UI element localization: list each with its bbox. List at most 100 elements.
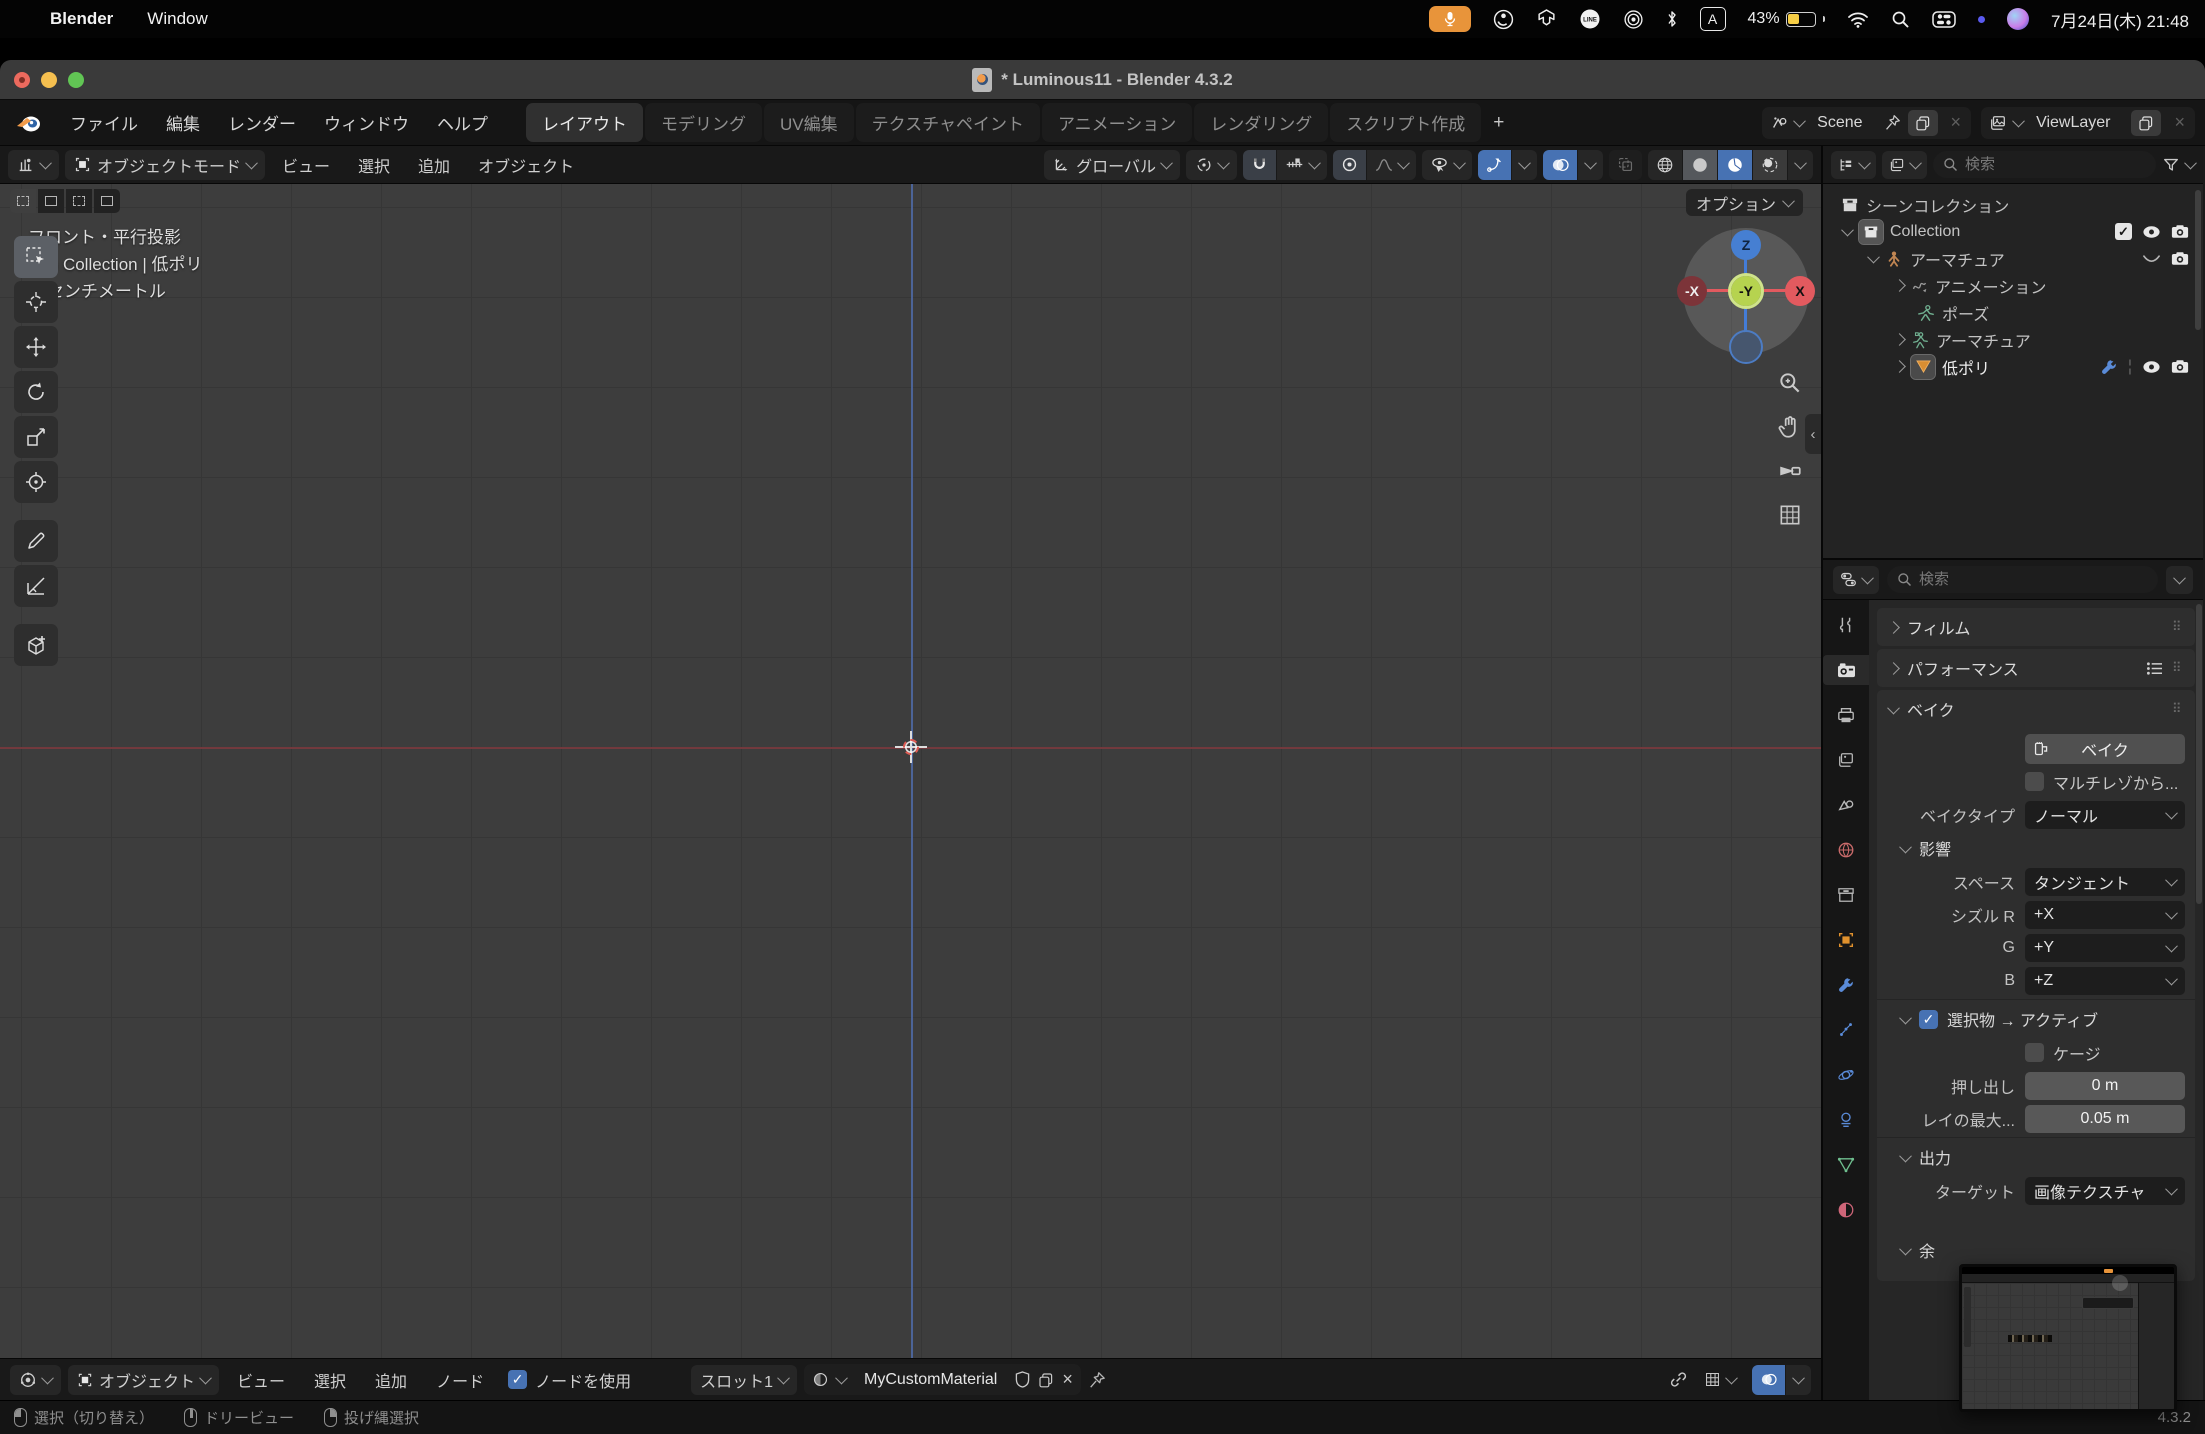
toggle-ortho-icon[interactable] bbox=[1777, 502, 1803, 528]
tool-cursor[interactable] bbox=[14, 281, 58, 323]
collapsed-chevron[interactable] bbox=[1893, 333, 1906, 346]
tool-select-box[interactable] bbox=[14, 236, 58, 278]
camera-view-icon[interactable] bbox=[1777, 458, 1803, 484]
tab-tool[interactable] bbox=[1823, 610, 1869, 640]
spotlight-search-icon[interactable] bbox=[1891, 10, 1910, 29]
close-window-button[interactable] bbox=[14, 72, 30, 88]
menu-edit[interactable]: 編集 bbox=[154, 105, 212, 140]
zoom-window-button[interactable] bbox=[68, 72, 84, 88]
outliner-row-scene-collection[interactable]: シーンコレクション bbox=[1829, 191, 2197, 218]
tab-object-data[interactable] bbox=[1823, 1150, 1869, 1180]
camera-restrict-icon[interactable] bbox=[2171, 251, 2189, 266]
tab-view-layer[interactable] bbox=[1823, 745, 1869, 775]
tool-transform[interactable] bbox=[14, 461, 58, 503]
bake-panel[interactable]: ベイク ⠿ ベイク bbox=[1877, 690, 2195, 1281]
camera-restrict-icon[interactable] bbox=[2171, 224, 2189, 239]
camera-restrict-icon[interactable] bbox=[2171, 359, 2189, 374]
collapsed-chevron[interactable] bbox=[1893, 360, 1906, 373]
tab-object[interactable] bbox=[1823, 925, 1869, 955]
shading-material-button[interactable] bbox=[1718, 150, 1752, 180]
blender-logo-icon[interactable] bbox=[14, 112, 44, 134]
eye-icon[interactable] bbox=[2142, 225, 2161, 239]
cage-toggle[interactable]: ケージ bbox=[2025, 1041, 2101, 1065]
gizmo-axis-x[interactable]: X bbox=[1785, 276, 1815, 306]
tab-particles[interactable] bbox=[1823, 1015, 1869, 1045]
properties-editor-type-button[interactable] bbox=[1833, 566, 1879, 594]
unlink-material-button[interactable]: × bbox=[1062, 1369, 1073, 1390]
workspace-tab-rendering[interactable]: レンダリング bbox=[1194, 103, 1328, 142]
macos-app-menu[interactable]: Blender bbox=[50, 9, 113, 29]
workspace-tab-texpaint[interactable]: テクスチャペイント bbox=[856, 103, 1040, 142]
menu-render[interactable]: レンダー bbox=[216, 105, 308, 140]
outliner-row-lowpoly[interactable]: 低ポリ ¦ bbox=[1829, 353, 2197, 380]
bluetooth-status-icon[interactable] bbox=[1666, 10, 1678, 28]
swizzle-b-dropdown[interactable]: +Z bbox=[2025, 967, 2185, 995]
gizmo-axis-neg-z[interactable] bbox=[1731, 332, 1761, 362]
space-dropdown[interactable]: タンジェント bbox=[2025, 868, 2185, 896]
workspace-tab-scripting[interactable]: スクリプト作成 bbox=[1330, 103, 1481, 142]
sidebar-collapse-arrow[interactable]: ‹ bbox=[1805, 414, 1821, 454]
gizmo-axis-neg-x[interactable]: -X bbox=[1677, 276, 1707, 306]
tool-annotate[interactable] bbox=[14, 520, 58, 562]
gizmos-dropdown[interactable] bbox=[1512, 150, 1537, 180]
swizzle-g-dropdown[interactable]: +Y bbox=[2025, 934, 2185, 962]
tool-add-cube[interactable] bbox=[14, 624, 58, 666]
unlink-scene-button[interactable]: × bbox=[1945, 112, 1968, 133]
transform-orientation-dropdown[interactable]: グローバル bbox=[1044, 150, 1180, 180]
shader-type-dropdown[interactable]: オブジェクト bbox=[68, 1365, 219, 1395]
cage-checkbox[interactable] bbox=[2025, 1043, 2044, 1062]
outliner-display-mode-button[interactable] bbox=[1882, 151, 1927, 179]
viewport-options-dropdown[interactable]: オプション bbox=[1686, 189, 1803, 216]
film-panel[interactable]: フィルム ⠿ bbox=[1877, 608, 2195, 646]
outliner-row-animation[interactable]: アニメーション bbox=[1829, 272, 2197, 299]
xray-toggle[interactable] bbox=[1609, 150, 1642, 180]
output-subpanel-header[interactable]: 出力 bbox=[1887, 1140, 2185, 1174]
shading-dropdown[interactable] bbox=[1788, 150, 1813, 180]
shader-menu-select[interactable]: 選択 bbox=[303, 1363, 357, 1397]
mode-dropdown[interactable]: オブジェクトモード bbox=[65, 150, 265, 180]
viewport-menu-view[interactable]: ビュー bbox=[271, 148, 341, 182]
gizmos-toggle[interactable] bbox=[1478, 150, 1511, 180]
outliner-search-input[interactable] bbox=[1965, 156, 2146, 173]
properties-options-dropdown[interactable] bbox=[2166, 566, 2193, 594]
viewport-menu-object[interactable]: オブジェクト bbox=[467, 148, 585, 182]
swizzle-r-dropdown[interactable]: +X bbox=[2025, 901, 2185, 929]
pin-node-tree-icon[interactable] bbox=[1088, 1371, 1106, 1389]
zoom-view-icon[interactable] bbox=[1777, 370, 1803, 396]
new-scene-button[interactable] bbox=[1908, 110, 1938, 136]
workspace-tab-uv[interactable]: UV編集 bbox=[764, 103, 854, 142]
expand-chevron[interactable] bbox=[1867, 251, 1880, 264]
shader-menu-add[interactable]: 追加 bbox=[364, 1363, 418, 1397]
material-browse-icon[interactable] bbox=[812, 1371, 829, 1388]
outliner-row-pose[interactable]: ポーズ bbox=[1829, 299, 2197, 326]
tab-physics[interactable] bbox=[1823, 1060, 1869, 1090]
window-titlebar[interactable]: * Luminous11 - Blender 4.3.2 bbox=[0, 60, 2205, 100]
screen-preview-thumbnail[interactable] bbox=[1959, 1264, 2177, 1412]
properties-search-input[interactable] bbox=[1919, 571, 2148, 588]
tab-modifiers[interactable] bbox=[1823, 970, 1869, 1000]
snap-target-dropdown[interactable] bbox=[1277, 150, 1327, 180]
outliner-row-armature-data[interactable]: アーマチュア bbox=[1829, 326, 2197, 353]
multires-checkbox[interactable] bbox=[2025, 772, 2044, 791]
menubar-clock[interactable]: 7月24日(木) 21:48 bbox=[2051, 7, 2189, 32]
selected-to-active-checkbox[interactable]: ✓ bbox=[1919, 1010, 1938, 1029]
tab-material[interactable] bbox=[1823, 1195, 1869, 1225]
fake-user-shield-icon[interactable] bbox=[1015, 1371, 1030, 1388]
preset-list-icon[interactable] bbox=[2146, 661, 2163, 676]
collection-checkbox[interactable]: ✓ bbox=[2115, 223, 2132, 240]
copy-material-icon[interactable] bbox=[1038, 1372, 1054, 1388]
snap-node-dropdown[interactable] bbox=[1695, 1365, 1745, 1395]
gizmo-axis-neg-y[interactable]: -Y bbox=[1731, 276, 1761, 306]
shading-rendered-button[interactable] bbox=[1753, 150, 1787, 180]
menu-file[interactable]: ファイル bbox=[58, 105, 150, 140]
material-name[interactable]: MyCustomMaterial bbox=[854, 1371, 1007, 1389]
shader-menu-view[interactable]: ビュー bbox=[226, 1363, 296, 1397]
obs-status-icon[interactable] bbox=[1493, 9, 1514, 30]
tab-render[interactable] bbox=[1823, 655, 1869, 685]
gizmo-axis-z[interactable]: Z bbox=[1731, 230, 1761, 260]
shader-menu-node[interactable]: ノード bbox=[425, 1363, 495, 1397]
navigation-gizmo[interactable]: Z -X X -Y bbox=[1683, 228, 1809, 354]
multires-toggle[interactable]: マルチレゾから... bbox=[2025, 770, 2178, 794]
influence-subpanel-header[interactable]: 影響 bbox=[1887, 831, 2185, 865]
overlay-dropdown-shader[interactable] bbox=[1786, 1365, 1811, 1395]
